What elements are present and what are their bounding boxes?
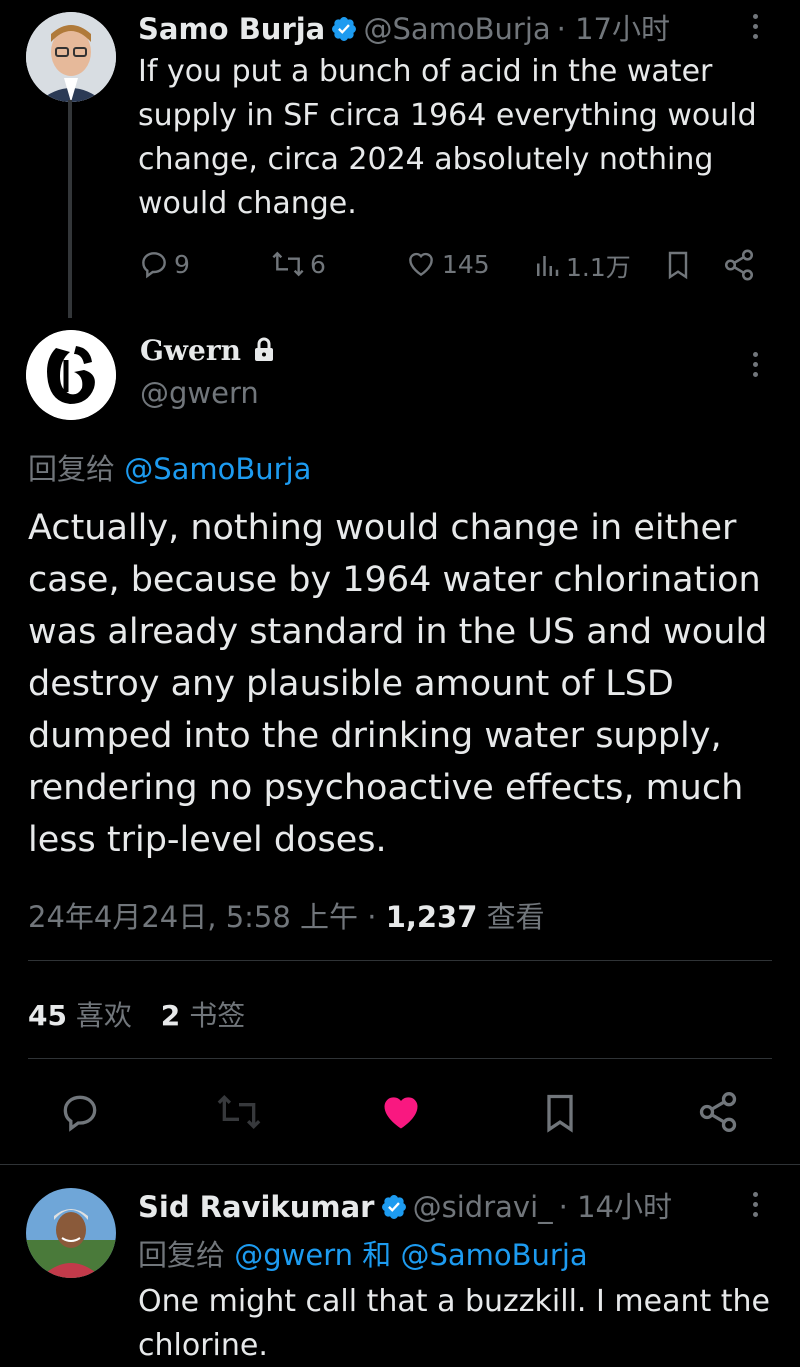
bookmarks-label: 书签 — [189, 999, 246, 1032]
bookmark-icon — [668, 251, 688, 280]
more-options-icon[interactable] — [751, 1192, 759, 1222]
tweet-date[interactable]: 24年4月24日, 5:58 上午 · — [28, 900, 386, 934]
like-button[interactable]: 145 — [404, 248, 490, 280]
reply-button[interactable]: 9 — [138, 248, 190, 280]
sid-avatar[interactable] — [26, 1188, 116, 1278]
reply-icon — [63, 1095, 97, 1132]
author-handle[interactable]: @sidravi_ — [413, 1190, 553, 1224]
reply-count: 9 — [174, 249, 190, 279]
verified-badge-icon — [381, 1195, 406, 1219]
views-label: 查看 — [477, 900, 545, 934]
divider — [28, 960, 772, 961]
likes-stat[interactable]: 45 喜欢 — [28, 999, 141, 1032]
thread-line — [68, 100, 72, 318]
like-button[interactable] — [378, 1090, 424, 1138]
bookmark-icon — [547, 1094, 573, 1133]
reply-joiner: 和 — [362, 1238, 392, 1272]
likes-label: 喜欢 — [75, 999, 132, 1032]
author-name[interactable]: Sid Ravikumar — [138, 1190, 374, 1224]
share-button[interactable] — [696, 1090, 740, 1138]
main-tweet-text: Actually, nothing would change in either… — [28, 508, 768, 860]
reply-prefix: 回复给 — [138, 1238, 226, 1272]
reply-to-link[interactable]: @SamoBurja — [124, 452, 311, 486]
heart-outline-icon — [409, 252, 433, 277]
tweet-text: One might call that a buzzkill. I meant … — [138, 1284, 770, 1363]
divider — [28, 1058, 772, 1059]
like-count: 145 — [442, 249, 490, 279]
bookmark-button[interactable] — [538, 1090, 582, 1140]
reply-to-link[interactable]: @gwern — [234, 1238, 353, 1272]
share-icon — [699, 1092, 737, 1132]
reply-to-link[interactable]: @SamoBurja — [400, 1238, 587, 1272]
retweet-button[interactable] — [214, 1090, 264, 1138]
bookmarks-stat[interactable]: 2 书签 — [161, 999, 245, 1032]
lock-icon — [255, 337, 274, 361]
more-options-icon[interactable] — [751, 14, 759, 44]
gwern-handle[interactable]: @gwern — [140, 376, 259, 410]
verified-badge-icon — [332, 17, 357, 41]
gwern-name[interactable]: Gwern — [140, 334, 241, 367]
heart-filled-icon — [384, 1097, 418, 1129]
author-handle[interactable]: @SamoBurja — [363, 12, 550, 46]
author-name[interactable]: Samo Burja — [138, 12, 325, 46]
reply-button[interactable] — [58, 1090, 102, 1138]
samo-avatar[interactable] — [26, 12, 116, 102]
retweet-count: 6 — [310, 249, 326, 279]
bookmark-button[interactable] — [662, 248, 694, 282]
bookmarks-count: 2 — [160, 999, 181, 1032]
tweet-text: If you put a bunch of acid in the water … — [138, 54, 757, 221]
views-count: 1,237 — [385, 900, 478, 934]
views-count: 1.1万 — [566, 253, 631, 282]
gwern-avatar[interactable] — [26, 330, 116, 420]
reply-prefix: 回复给 — [28, 452, 116, 486]
views-button[interactable]: 1.1万 — [532, 248, 631, 284]
likes-count: 45 — [28, 999, 67, 1032]
more-options-icon[interactable] — [751, 352, 759, 382]
analytics-icon — [537, 256, 559, 276]
retweet-button[interactable]: 6 — [270, 248, 326, 280]
retweet-icon — [272, 251, 304, 277]
divider — [0, 1164, 800, 1165]
share-button[interactable] — [722, 248, 756, 282]
tweet-time: · 14小时 — [558, 1190, 672, 1224]
share-icon — [724, 249, 754, 281]
tweet-time: · 17小时 — [556, 12, 670, 46]
reply-icon — [142, 252, 166, 279]
retweet-icon — [217, 1094, 261, 1130]
